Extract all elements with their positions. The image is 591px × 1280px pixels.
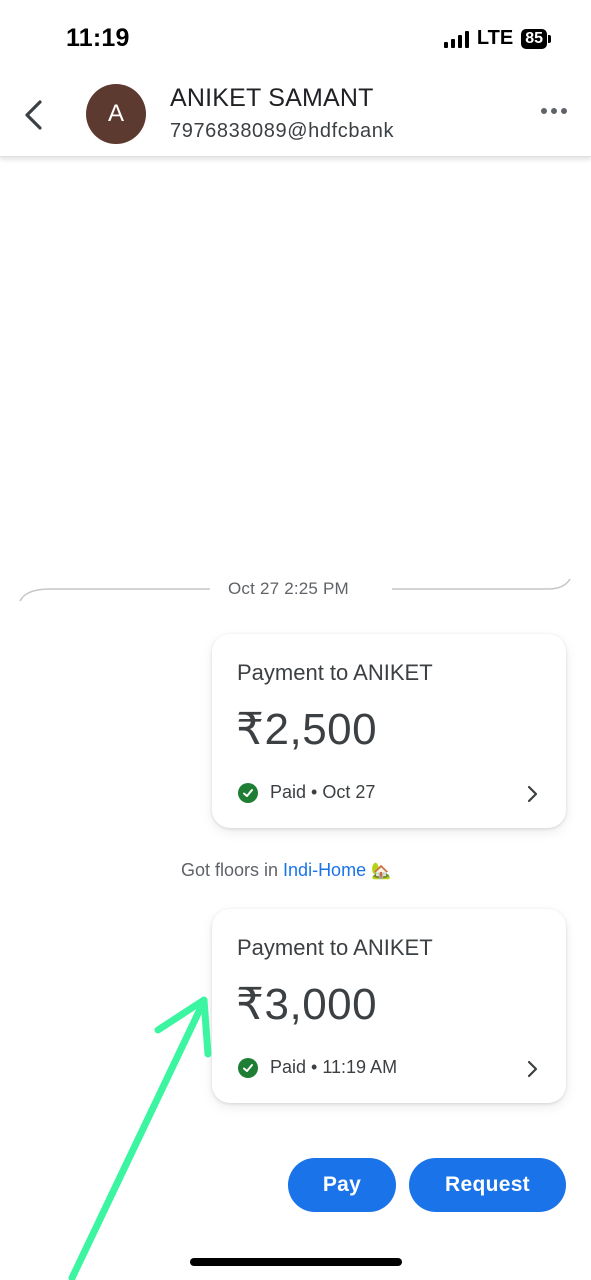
request-button[interactable]: Request xyxy=(409,1158,566,1212)
annotation-arrow xyxy=(68,996,212,1280)
pay-button[interactable]: Pay xyxy=(288,1158,396,1212)
home-indicator[interactable] xyxy=(190,1258,402,1266)
